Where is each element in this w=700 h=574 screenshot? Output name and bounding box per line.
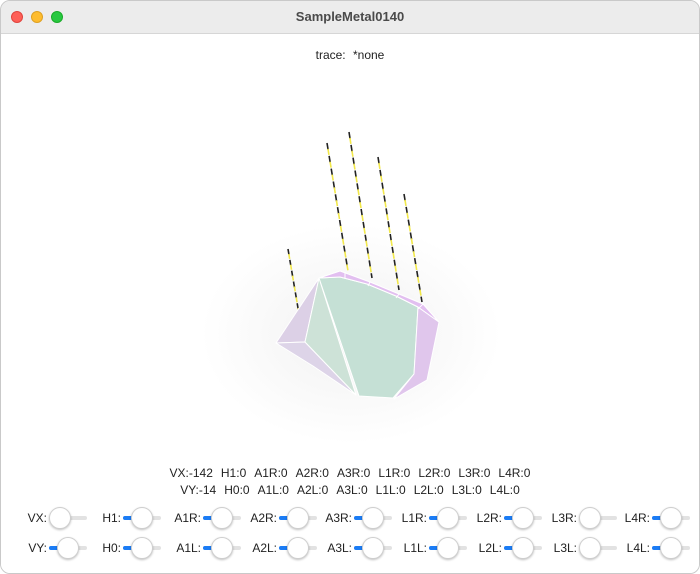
slider-label: L4L:	[626, 541, 650, 555]
readout-value: H0:0	[224, 483, 250, 497]
slider-label: A3L:	[327, 541, 352, 555]
slider-knob[interactable]	[287, 507, 309, 529]
slider-knob[interactable]	[579, 537, 601, 559]
slider-l2r[interactable]: L2R:	[477, 507, 542, 529]
slider-knob[interactable]	[131, 537, 153, 559]
slider-a3l[interactable]: A3L:	[327, 537, 392, 559]
slider-label: L2L:	[478, 541, 502, 555]
slider-knob[interactable]	[512, 507, 534, 529]
slider-knob[interactable]	[660, 537, 682, 559]
content-area: trace: *none VX:-142 H1:0 A1R:0 A2R:0 A3…	[1, 34, 699, 573]
readout-value: H1:0	[220, 466, 247, 480]
readout-value: VY:-14	[180, 483, 217, 497]
slider-a3r[interactable]: A3R:	[325, 507, 392, 529]
readout-value: L3R:0	[458, 466, 491, 480]
readout-value: L4L:0	[489, 483, 520, 497]
slider-l4l[interactable]: L4L:	[627, 537, 690, 559]
slider-label: L1L:	[403, 541, 427, 555]
slider-label: L4R:	[624, 511, 650, 525]
slider-knob[interactable]	[437, 507, 459, 529]
slider-vy[interactable]: VY:	[28, 537, 87, 559]
readout-value: A2R:0	[295, 466, 329, 480]
slider-label: VY:	[28, 541, 47, 555]
slider-h0[interactable]: H0:	[102, 537, 161, 559]
readout-value: L1R:0	[378, 466, 411, 480]
slider-knob[interactable]	[211, 537, 233, 559]
readout-value: A3R:0	[336, 466, 371, 480]
readout-value: L2R:0	[418, 466, 451, 480]
slider-knob[interactable]	[437, 537, 459, 559]
readout-value: L2L:0	[413, 483, 444, 497]
slider-vx[interactable]: VX:	[28, 507, 87, 529]
slider-a2l[interactable]: A2L:	[252, 537, 317, 559]
slider-label: L1R:	[401, 511, 427, 525]
title-bar: SampleMetal0140	[1, 1, 699, 34]
readout-value: VX:-142	[169, 466, 213, 480]
readout-row-1: VX:-142 H1:0 A1R:0 A2R:0 A3R:0 L1R:0 L2R:0 L3R:…	[1, 466, 699, 480]
slider-a1l[interactable]: A1L:	[176, 537, 241, 559]
slider-l1r[interactable]: L1R:	[402, 507, 467, 529]
slider-l3r[interactable]: L3R:	[552, 507, 617, 529]
slider-l3l[interactable]: L3L:	[554, 537, 617, 559]
slider-label: A2R:	[250, 511, 277, 525]
slider-l2l[interactable]: L2L:	[479, 537, 542, 559]
slider-label: VX:	[27, 511, 47, 525]
slider-knob[interactable]	[362, 507, 384, 529]
slider-l4r[interactable]: L4R:	[625, 507, 690, 529]
readout-value: A3L:0	[336, 483, 368, 497]
slider-label: L3L:	[553, 541, 577, 555]
slider-knob[interactable]	[211, 507, 233, 529]
slider-label: A3R:	[325, 511, 352, 525]
readout-value: A1L:0	[257, 483, 289, 497]
slider-knob[interactable]	[579, 507, 601, 529]
readout-value: A2L:0	[296, 483, 329, 497]
slider-a2r[interactable]: A2R:	[250, 507, 317, 529]
readout-value: L4R:0	[498, 466, 531, 480]
readout-row-2: VY:-14 H0:0 A1L:0 A2L:0 A3L:0 L1L:0 L2L:0 L3L:0…	[1, 483, 699, 497]
slider-label: A1L:	[176, 541, 201, 555]
slider-h1[interactable]: H1:	[102, 507, 161, 529]
slider-knob[interactable]	[660, 507, 682, 529]
slider-label: A1R:	[174, 511, 201, 525]
slider-knob[interactable]	[131, 507, 153, 529]
slider-knob[interactable]	[49, 507, 71, 529]
window-title: SampleMetal0140	[295, 9, 405, 24]
slider-knob[interactable]	[362, 537, 384, 559]
app-window: SampleMetal0140 trace: *none VX:-142 H1:…	[0, 0, 700, 574]
slider-knob[interactable]	[512, 537, 534, 559]
slider-label: L3R:	[551, 511, 577, 525]
readout-value: L1L:0	[375, 483, 406, 497]
slider-label: H1:	[102, 511, 121, 525]
slider-knob[interactable]	[287, 537, 309, 559]
slider-label: A2L:	[252, 541, 277, 555]
slider-knob[interactable]	[57, 537, 79, 559]
slider-label: L2R:	[476, 511, 502, 525]
readout-value: A1R:0	[254, 466, 288, 480]
slider-label: H0:	[102, 541, 121, 555]
slider-a1r[interactable]: A1R:	[174, 507, 241, 529]
readout-value: L3L:0	[451, 483, 482, 497]
slider-l1l[interactable]: L1L:	[404, 537, 467, 559]
